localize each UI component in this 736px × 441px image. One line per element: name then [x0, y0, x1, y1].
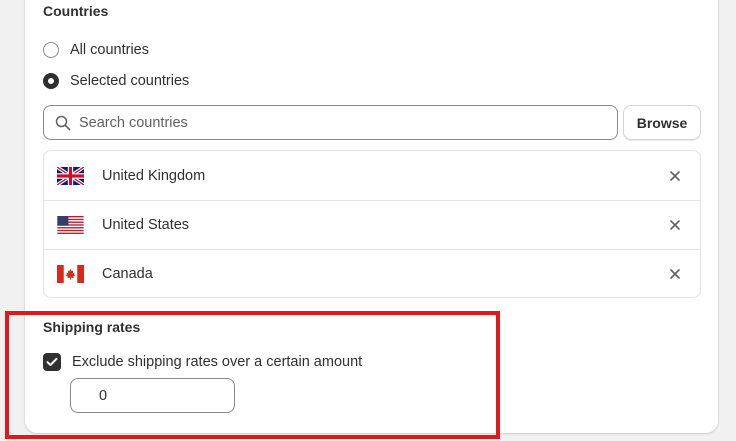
shipping-rates-heading: Shipping rates [43, 319, 141, 335]
exclude-rates-checkbox-row[interactable]: Exclude shipping rates over a certain am… [43, 353, 362, 371]
countries-heading: Countries [43, 3, 109, 19]
search-input[interactable] [79, 114, 559, 131]
list-item: United States [44, 200, 700, 250]
checkbox-label: Exclude shipping rates over a certain am… [72, 354, 363, 370]
country-name: United Kingdom [102, 167, 206, 184]
radio-button-checked[interactable] [43, 73, 59, 89]
radio-label: Selected countries [70, 73, 190, 89]
search-icon [55, 115, 71, 130]
radio-button[interactable] [43, 42, 59, 58]
country-name: Canada [102, 265, 153, 282]
close-icon[interactable] [668, 267, 682, 281]
browse-button[interactable]: Browse [623, 105, 701, 140]
close-icon[interactable] [668, 169, 682, 183]
canada-flag-icon [57, 264, 84, 283]
list-item: Canada [44, 249, 700, 298]
close-icon[interactable] [668, 218, 682, 232]
list-item: United Kingdom [44, 151, 700, 201]
radio-all-countries[interactable]: All countries [43, 40, 149, 60]
amount-field[interactable] [70, 378, 235, 413]
amount-input[interactable] [99, 387, 219, 404]
selected-countries-list: United Kingdom United States Canada [43, 150, 701, 298]
radio-label: All countries [70, 42, 149, 58]
checkbox-checked[interactable] [43, 353, 61, 371]
country-name: United States [102, 216, 190, 233]
search-countries-field[interactable] [43, 105, 618, 140]
uk-flag-icon [57, 166, 84, 185]
us-flag-icon [57, 215, 84, 234]
radio-selected-countries[interactable]: Selected countries [43, 71, 189, 91]
checkmark-icon [46, 357, 58, 366]
